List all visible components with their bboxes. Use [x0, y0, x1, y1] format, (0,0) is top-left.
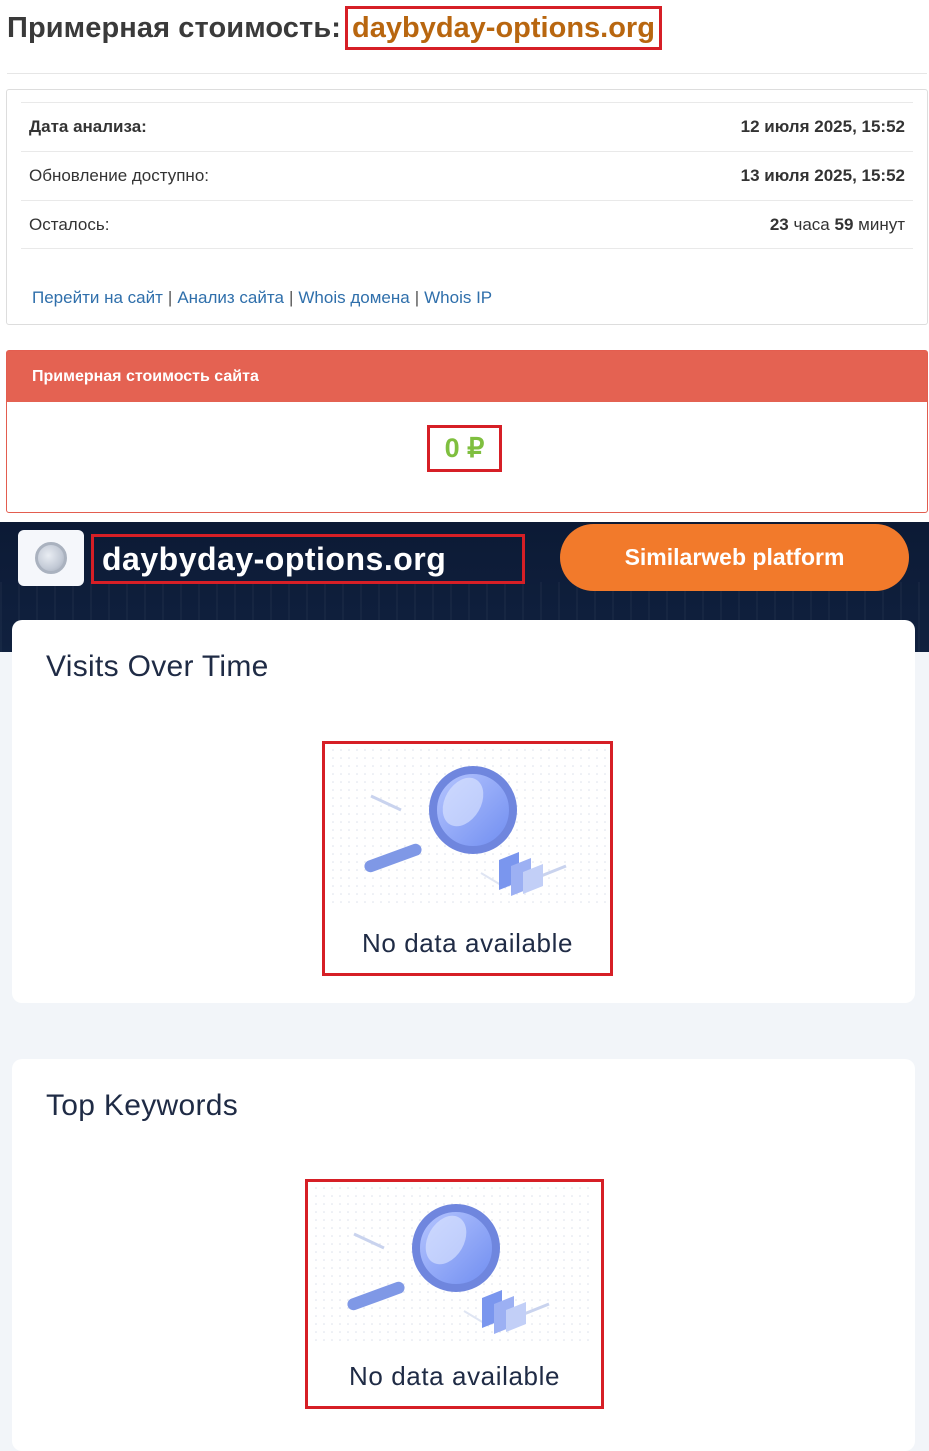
site-cost-header: Примерная стоимость сайта	[7, 351, 927, 402]
analysis-info-table: Дата анализа: 12 июля 2025, 15:52 Обновл…	[21, 102, 913, 249]
card-title: Top Keywords	[46, 1089, 239, 1122]
analysis-info-panel: Дата анализа: 12 июля 2025, 15:52 Обновл…	[6, 89, 928, 325]
link-separator: |	[288, 288, 294, 307]
magnifier-illustration-icon	[314, 1186, 594, 1346]
page-title: Примерная стоимость:	[7, 11, 342, 44]
site-cost-value: 0 ₽	[444, 433, 485, 463]
update-available-label: Обновление доступно:	[29, 166, 210, 185]
no-data-text: No data available	[348, 1361, 561, 1391]
minutes-value: 59	[834, 214, 854, 234]
top-keywords-card: Top Keywords No data available	[12, 1059, 915, 1451]
magnifier-illustration-icon	[331, 748, 611, 908]
link-visit-site[interactable]: Перейти на сайт	[32, 288, 163, 307]
update-available-value: 13 июля 2025, 15:52	[740, 166, 905, 185]
link-whois-domain[interactable]: Whois домена	[298, 288, 409, 307]
link-whois-ip[interactable]: Whois IP	[424, 288, 492, 307]
page-header: Примерная стоимость: daybyday-options.or…	[7, 6, 662, 50]
link-site-analysis[interactable]: Анализ сайта	[177, 288, 284, 307]
similarweb-platform-button[interactable]: Similarweb platform	[560, 524, 909, 591]
analysis-date-label: Дата анализа:	[29, 117, 147, 136]
visits-over-time-card: Visits Over Time No data available	[12, 620, 915, 1003]
hours-unit: часа	[793, 214, 830, 234]
site-cost-panel: Примерная стоимость сайта 0 ₽	[6, 350, 928, 513]
time-remaining-value: 23 часа 59 минут	[770, 215, 905, 235]
time-remaining-label: Осталось:	[29, 214, 110, 234]
analysis-date-value: 12 июля 2025, 15:52	[740, 117, 905, 136]
no-data-highlight: No data available	[305, 1179, 604, 1409]
link-separator: |	[414, 288, 420, 307]
site-links: Перейти на сайт | Анализ сайта | Whois домен…	[32, 288, 492, 308]
globe-icon	[35, 542, 67, 574]
similarweb-domain: daybyday-options.org	[102, 540, 447, 577]
update-available-row: Обновление доступно: 13 июля 2025, 15:52	[21, 151, 913, 200]
divider	[7, 73, 927, 74]
domain-name: daybyday-options.org	[352, 11, 655, 44]
hours-value: 23	[769, 214, 789, 234]
similarweb-platform-label: Similarweb platform	[624, 544, 845, 570]
domain-highlight: daybyday-options.org	[345, 6, 662, 50]
site-favicon	[18, 530, 84, 586]
site-cost-heading: Примерная стоимость сайта	[32, 367, 259, 385]
analysis-date-row: Дата анализа: 12 июля 2025, 15:52	[21, 102, 913, 151]
similarweb-domain-highlight: daybyday-options.org	[91, 534, 525, 584]
minutes-unit: минут	[858, 214, 905, 234]
card-title: Visits Over Time	[46, 650, 269, 683]
no-data-highlight: No data available	[322, 741, 613, 976]
similarweb-section: daybyday-options.org Similarweb platform…	[0, 522, 929, 1451]
site-cost-highlight: 0 ₽	[427, 425, 502, 472]
link-separator: |	[167, 288, 173, 307]
no-data-text: No data available	[361, 928, 574, 958]
time-remaining-row: Осталось: 23 часа 59 минут	[21, 200, 913, 249]
